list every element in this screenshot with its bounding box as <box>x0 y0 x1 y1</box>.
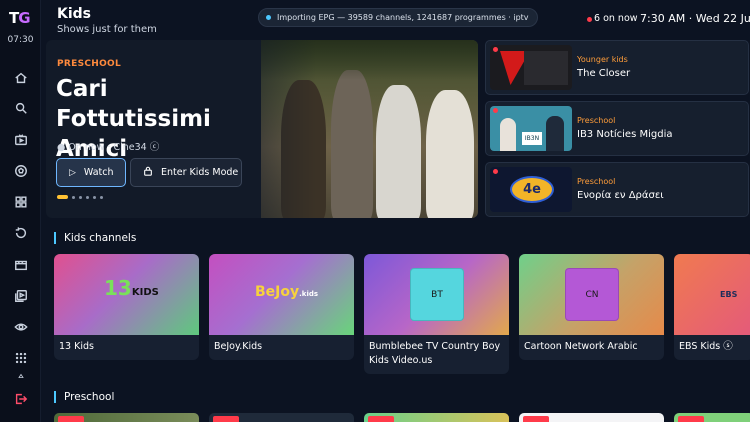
hero-banner[interactable]: PRESCHOOL Cari Fottutissimi Amici ● On n… <box>46 40 478 218</box>
status-dot-icon <box>266 15 271 20</box>
search-icon[interactable] <box>12 99 29 116</box>
channel-card[interactable]: CN Cartoon Network Arabic <box>519 254 664 360</box>
carousel-dot[interactable] <box>100 195 103 199</box>
page-subtitle: Shows just for them <box>57 24 157 35</box>
carousel-dot[interactable] <box>86 195 89 199</box>
logout-icon[interactable] <box>12 390 29 407</box>
preschool-card[interactable] <box>54 413 199 422</box>
carousel-dot[interactable] <box>93 195 96 199</box>
channel-art: BT <box>364 254 509 335</box>
card-title: The Closer <box>577 68 631 79</box>
channel-name: 13 Kids <box>59 341 94 352</box>
channel-art: BeJoy.kids <box>209 254 354 335</box>
channel-logo-ebs: EBS <box>720 290 738 299</box>
carousel-dot[interactable] <box>72 195 75 199</box>
app-window: TG 07:30 Kids Shows just for them Import… <box>0 0 750 422</box>
page-title: Kids <box>57 6 92 22</box>
side-nav-rail: TG 07:30 <box>0 0 41 422</box>
live-tv-icon[interactable] <box>12 131 29 148</box>
channel-name: Cartoon Network Arabic <box>524 341 638 352</box>
small-up-icon[interactable] <box>12 370 29 382</box>
live-dot-icon <box>493 108 498 113</box>
carousel-indicator[interactable] <box>57 195 103 199</box>
card-category: Preschool <box>577 177 616 186</box>
preschool-card[interactable] <box>209 413 354 422</box>
section-heading-preschool: Preschool <box>54 391 114 403</box>
sports-icon[interactable] <box>12 162 29 179</box>
channel-name: EBS Kids ⓢ <box>679 341 733 352</box>
on-now-count[interactable]: 6 on now <box>594 13 638 24</box>
library-icon[interactable] <box>12 287 29 304</box>
apps-icon[interactable] <box>12 349 29 366</box>
home-icon[interactable] <box>12 69 29 86</box>
channel-thumbnail: 4e <box>490 167 572 212</box>
channel-card[interactable]: BeJoy.kids BeJoy.Kids <box>209 254 354 360</box>
card-category: Younger kids <box>577 55 628 64</box>
hero-category: PRESCHOOL <box>57 59 122 69</box>
channel-logo-13kids: 13KIDS <box>104 276 159 300</box>
live-dot-icon <box>493 47 498 52</box>
channel-thumbnail: IB3N <box>490 106 572 151</box>
live-badge <box>368 416 394 422</box>
kids-mode-label: Enter Kids Mode <box>161 167 239 178</box>
card-title: IB3 Notícies Migdia <box>577 129 673 140</box>
channel-card[interactable]: BT Bumblebee TV Country Boy Kids Video.u… <box>364 254 509 374</box>
channel-logo-bt: BT <box>410 268 464 321</box>
channel-logo-bejoy: BeJoy.kids <box>255 284 319 300</box>
channel-card[interactable]: EBS EBS Kids ⓢ <box>674 254 750 360</box>
grid-icon[interactable] <box>12 193 29 210</box>
channel-name: BeJoy.Kids <box>214 341 263 352</box>
on-now-card[interactable]: 4e Preschool Ενορία εν Δράσει <box>485 162 749 217</box>
history-icon[interactable] <box>12 224 29 241</box>
hero-meta: ● On now · Cine34 ⓒ <box>57 142 160 153</box>
on-now-card[interactable]: IB3N Preschool IB3 Notícies Migdia <box>485 101 749 156</box>
live-badge <box>58 416 84 422</box>
live-badge <box>678 416 704 422</box>
channel-logo-cn: CN <box>565 268 619 321</box>
card-category: Preschool <box>577 116 616 125</box>
channel-name: Bumblebee TV Country Boy Kids Video.us <box>369 341 501 366</box>
header-clock: 7:30 AM · Wed 22 Jul <box>640 12 750 25</box>
rail-clock: 07:30 <box>7 35 34 45</box>
play-icon: ▷ <box>69 167 76 178</box>
live-badge <box>523 416 549 422</box>
app-logo: TG <box>9 9 31 27</box>
enter-kids-mode-button[interactable]: Enter Kids Mode <box>130 158 242 187</box>
epg-import-status: Importing EPG — 39589 channels, 1241687 … <box>258 8 538 27</box>
channel-art: CN <box>519 254 664 335</box>
live-dot-icon <box>587 17 592 22</box>
carousel-dot[interactable] <box>79 195 82 199</box>
channel-art: EBS <box>674 254 750 335</box>
carousel-dot-active[interactable] <box>57 195 68 199</box>
channel-thumbnail <box>490 45 572 90</box>
card-title: Ενορία εν Δράσει <box>577 190 664 201</box>
channel-art: 13KIDS <box>54 254 199 335</box>
channel-card[interactable]: 13KIDS 13 Kids <box>54 254 199 360</box>
watch-label: Watch <box>83 167 114 178</box>
watch-button[interactable]: ▷ Watch <box>56 158 126 187</box>
live-dot-icon <box>493 169 498 174</box>
live-badge <box>213 416 239 422</box>
preschool-card[interactable] <box>364 413 509 422</box>
epg-status-text: Importing EPG — 39589 channels, 1241687 … <box>277 13 529 22</box>
on-now-card[interactable]: Younger kids The Closer <box>485 40 749 95</box>
preschool-card[interactable] <box>674 413 750 422</box>
lock-icon <box>143 166 153 179</box>
movies-icon[interactable] <box>12 256 29 273</box>
eye-icon[interactable] <box>12 318 29 335</box>
section-heading-kids-channels: Kids channels <box>54 232 136 244</box>
preschool-card[interactable] <box>519 413 664 422</box>
